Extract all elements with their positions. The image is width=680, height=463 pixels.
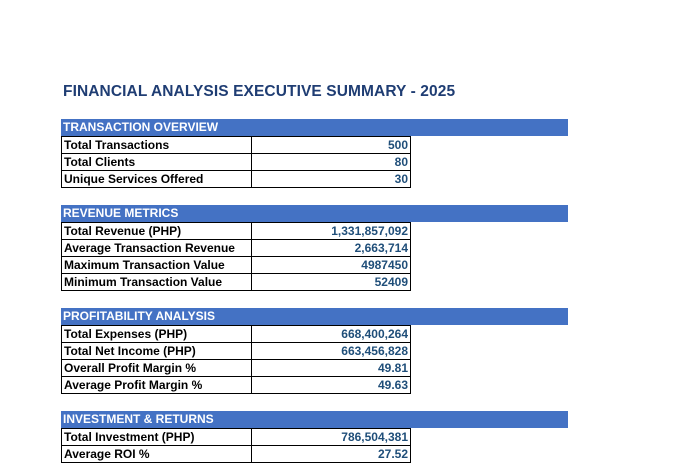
metric-value[interactable]: 1,331,857,092 bbox=[251, 222, 411, 240]
table-row: Overall Profit Margin % 49.81 bbox=[61, 359, 411, 377]
metric-value[interactable]: 52409 bbox=[251, 273, 411, 291]
metric-label[interactable]: Average ROI % bbox=[61, 445, 252, 463]
metrics-table: Total Expenses (PHP) 668,400,264 Total N… bbox=[61, 325, 411, 394]
table-row: Average ROI % 27.52 bbox=[61, 445, 411, 463]
metric-label[interactable]: Average Profit Margin % bbox=[61, 376, 252, 394]
table-row: Total Clients 80 bbox=[61, 153, 411, 171]
table-row: Average Profit Margin % 49.63 bbox=[61, 376, 411, 394]
metric-label[interactable]: Total Clients bbox=[61, 153, 252, 171]
table-row: Maximum Transaction Value 4987450 bbox=[61, 256, 411, 274]
section-header[interactable]: TRANSACTION OVERVIEW bbox=[61, 119, 568, 136]
metric-label[interactable]: Total Expenses (PHP) bbox=[61, 325, 252, 343]
table-row: Average Transaction Revenue 2,663,714 bbox=[61, 239, 411, 257]
metric-label[interactable]: Total Revenue (PHP) bbox=[61, 222, 252, 240]
metric-value[interactable]: 668,400,264 bbox=[251, 325, 411, 343]
metric-value[interactable]: 500 bbox=[251, 136, 411, 154]
section-profitability-analysis: PROFITABILITY ANALYSIS Total Expenses (P… bbox=[61, 308, 568, 394]
table-row: Total Investment (PHP) 786,504,381 bbox=[61, 428, 411, 446]
metric-value[interactable]: 80 bbox=[251, 153, 411, 171]
table-row: Total Net Income (PHP) 663,456,828 bbox=[61, 342, 411, 360]
metric-value[interactable]: 4987450 bbox=[251, 256, 411, 274]
metrics-table: Total Revenue (PHP) 1,331,857,092 Averag… bbox=[61, 222, 411, 291]
table-row: Minimum Transaction Value 52409 bbox=[61, 273, 411, 291]
page-title: FINANCIAL ANALYSIS EXECUTIVE SUMMARY - 2… bbox=[63, 83, 456, 100]
metrics-table: Total Transactions 500 Total Clients 80 … bbox=[61, 136, 411, 188]
metric-label[interactable]: Maximum Transaction Value bbox=[61, 256, 252, 274]
section-transaction-overview: TRANSACTION OVERVIEW Total Transactions … bbox=[61, 119, 568, 188]
table-row: Total Expenses (PHP) 668,400,264 bbox=[61, 325, 411, 343]
metric-label[interactable]: Overall Profit Margin % bbox=[61, 359, 252, 377]
table-row: Unique Services Offered 30 bbox=[61, 170, 411, 188]
metric-label[interactable]: Average Transaction Revenue bbox=[61, 239, 252, 257]
section-investment-returns: INVESTMENT & RETURNS Total Investment (P… bbox=[61, 411, 568, 463]
metric-value[interactable]: 27.52 bbox=[251, 445, 411, 463]
section-header[interactable]: PROFITABILITY ANALYSIS bbox=[61, 308, 568, 325]
metric-value[interactable]: 663,456,828 bbox=[251, 342, 411, 360]
table-row: Total Revenue (PHP) 1,331,857,092 bbox=[61, 222, 411, 240]
metric-value[interactable]: 2,663,714 bbox=[251, 239, 411, 257]
table-row: Total Transactions 500 bbox=[61, 136, 411, 154]
metric-value[interactable]: 786,504,381 bbox=[251, 428, 411, 446]
metric-label[interactable]: Minimum Transaction Value bbox=[61, 273, 252, 291]
metric-label[interactable]: Total Net Income (PHP) bbox=[61, 342, 252, 360]
metric-value[interactable]: 49.63 bbox=[251, 376, 411, 394]
section-header[interactable]: REVENUE METRICS bbox=[61, 205, 568, 222]
metric-value[interactable]: 49.81 bbox=[251, 359, 411, 377]
section-revenue-metrics: REVENUE METRICS Total Revenue (PHP) 1,33… bbox=[61, 205, 568, 291]
metric-label[interactable]: Total Transactions bbox=[61, 136, 252, 154]
metric-label[interactable]: Unique Services Offered bbox=[61, 170, 252, 188]
section-header[interactable]: INVESTMENT & RETURNS bbox=[61, 411, 568, 428]
metric-value[interactable]: 30 bbox=[251, 170, 411, 188]
metrics-table: Total Investment (PHP) 786,504,381 Avera… bbox=[61, 428, 411, 463]
metric-label[interactable]: Total Investment (PHP) bbox=[61, 428, 252, 446]
